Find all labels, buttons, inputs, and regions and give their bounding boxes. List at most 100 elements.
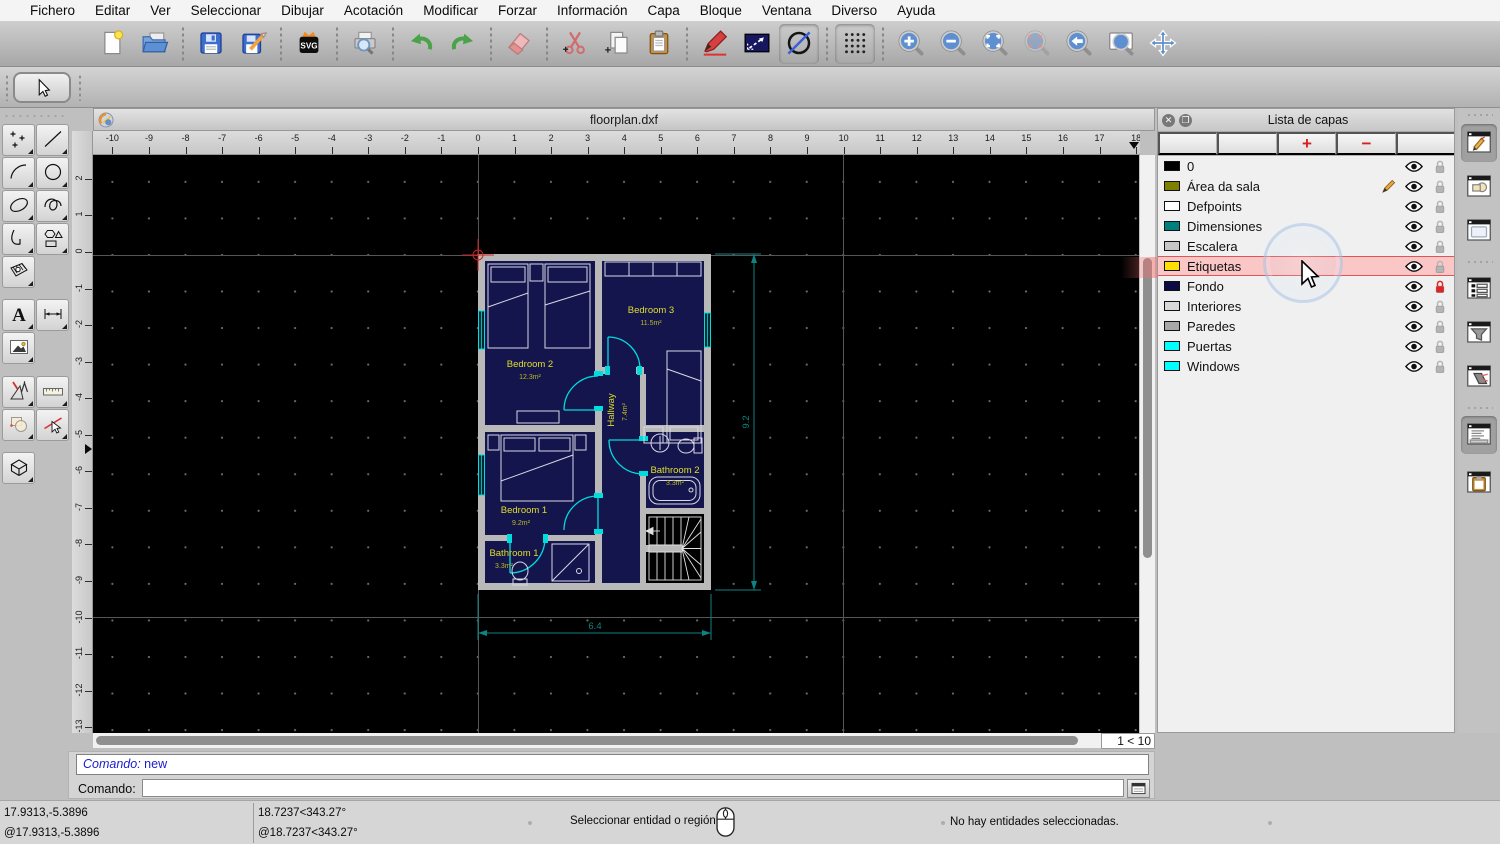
open-file-button[interactable] (135, 24, 175, 64)
draw-dimension-button[interactable] (36, 299, 69, 331)
menu-item-forzar[interactable]: Forzar (488, 3, 547, 18)
draw-hatch-button[interactable] (2, 256, 35, 288)
block-list-toggle-button[interactable] (1461, 168, 1497, 206)
layer-visibility-icon[interactable] (1405, 240, 1427, 253)
menu-item-capa[interactable]: Capa (638, 3, 690, 18)
cut-button[interactable] (555, 24, 595, 64)
layer-lock-icon[interactable] (1434, 179, 1454, 194)
draw-spline-button[interactable] (36, 190, 69, 222)
layer-row-puertas[interactable]: Puertas (1158, 336, 1454, 356)
remove-layer-button[interactable]: − (1336, 132, 1396, 155)
view-3d-button[interactable] (2, 452, 35, 484)
layer-visibility-icon[interactable] (1405, 180, 1427, 193)
layer-lock-icon[interactable] (1434, 199, 1454, 214)
layer-color-swatch[interactable] (1164, 341, 1180, 351)
layer-color-swatch[interactable] (1164, 361, 1180, 371)
select-arrow-button[interactable] (13, 72, 71, 103)
draw-arc-button[interactable] (2, 157, 35, 189)
layer-lock-icon[interactable] (1434, 219, 1454, 234)
toolbar-grip[interactable] (78, 74, 82, 101)
layer-lock-icon[interactable] (1434, 159, 1454, 174)
hide-all-eye-button[interactable] (1217, 132, 1277, 155)
command-options-button[interactable] (1127, 779, 1150, 798)
new-document-button[interactable] (93, 24, 133, 64)
layer-color-swatch[interactable] (1164, 241, 1180, 251)
zoom-out-button[interactable] (933, 24, 973, 64)
draw-polyline-button[interactable] (2, 223, 35, 255)
select-entity-button[interactable] (36, 409, 69, 441)
scrollbar-thumb[interactable] (1142, 258, 1152, 558)
menu-item-ayuda[interactable]: Ayuda (887, 3, 945, 18)
menu-item-ver[interactable]: Ver (140, 3, 180, 18)
layer-row-área-da-sala[interactable]: Área da sala (1158, 176, 1454, 196)
layer-visibility-icon[interactable] (1405, 320, 1427, 333)
menu-item-fichero[interactable]: Fichero (20, 3, 85, 18)
menu-item-editar[interactable]: Editar (85, 3, 140, 18)
command-panel-toggle-button[interactable] (1461, 416, 1497, 454)
zoom-auto-button[interactable] (975, 24, 1015, 64)
scrollbar-thumb[interactable] (96, 735, 1078, 745)
layer-lock-icon[interactable] (1434, 339, 1454, 354)
paste-button[interactable] (639, 24, 679, 64)
layers-panel-titlebar[interactable]: ✕ ❐ Lista de capas (1158, 109, 1454, 132)
layer-color-swatch[interactable] (1164, 221, 1180, 231)
layer-lock-icon[interactable] (1434, 319, 1454, 334)
draw-ellipse-button[interactable] (2, 190, 35, 222)
layer-color-swatch[interactable] (1164, 161, 1180, 171)
layer-lock-icon[interactable] (1434, 259, 1454, 274)
menu-item-acotación[interactable]: Acotación (334, 3, 413, 18)
zoom-window-button[interactable] (1101, 24, 1141, 64)
layer-visibility-icon[interactable] (1405, 220, 1427, 233)
layer-visibility-icon[interactable] (1405, 260, 1427, 273)
snap-free-button[interactable] (779, 24, 819, 64)
canvas-vertical-scrollbar[interactable] (1140, 155, 1155, 733)
grid-toggle-button[interactable] (835, 24, 875, 64)
document-titlebar[interactable]: floorplan.dxf (93, 108, 1155, 131)
export-svg-button[interactable]: SVG (289, 24, 329, 64)
zoom-in-button[interactable] (891, 24, 931, 64)
delete-eraser-button[interactable] (499, 24, 539, 64)
drawing-canvas[interactable]: Bedroom 2 12.3m² Bedroom 3 11.5m² Hallwa… (93, 155, 1139, 733)
select-rectangle-button[interactable] (737, 24, 777, 64)
layer-color-swatch[interactable] (1164, 201, 1180, 211)
undock-icon[interactable]: ❐ (1179, 113, 1192, 127)
layer-color-swatch[interactable] (1164, 321, 1180, 331)
camera-view-toggle-button[interactable] (1461, 358, 1497, 396)
draw-circle-button[interactable] (36, 157, 69, 189)
layer-row-paredes[interactable]: Paredes (1158, 316, 1454, 336)
draw-shapes-button[interactable] (36, 223, 69, 255)
menu-item-modificar[interactable]: Modificar (413, 3, 488, 18)
add-layer-button[interactable]: + (1276, 132, 1337, 155)
menu-item-información[interactable]: Información (547, 3, 638, 18)
menu-item-seleccionar[interactable]: Seleccionar (181, 3, 272, 18)
show-all-eye-button[interactable] (1158, 132, 1218, 155)
draw-text-button[interactable]: A (2, 299, 35, 331)
copy-button[interactable] (597, 24, 637, 64)
modify-tools-button[interactable] (2, 409, 35, 441)
layer-lock-icon[interactable] (1434, 279, 1454, 294)
measure-button[interactable] (36, 376, 69, 408)
layer-row-defpoints[interactable]: Defpoints (1158, 196, 1454, 216)
pan-button[interactable] (1143, 24, 1183, 64)
drafting-tools-button[interactable] (2, 376, 35, 408)
layer-color-swatch[interactable] (1164, 181, 1180, 191)
undo-button[interactable] (401, 24, 441, 64)
layer-lock-icon[interactable] (1434, 239, 1454, 254)
draw-line-button[interactable] (36, 124, 69, 156)
save-button[interactable] (191, 24, 231, 64)
redo-button[interactable] (443, 24, 483, 64)
layer-lock-icon[interactable] (1434, 299, 1454, 314)
draw-points-button[interactable] (2, 124, 35, 156)
clipboard-panel-toggle-button[interactable] (1461, 464, 1497, 502)
print-preview-button[interactable] (345, 24, 385, 64)
command-input[interactable] (142, 779, 1124, 797)
selection-filter-toggle-button[interactable] (1461, 314, 1497, 352)
edit-layer-button[interactable] (1395, 132, 1455, 155)
menu-item-diverso[interactable]: Diverso (821, 3, 887, 18)
pen-settings-toggle-button[interactable] (1461, 212, 1497, 250)
menu-item-dibujar[interactable]: Dibujar (271, 3, 334, 18)
draw-pencil-button[interactable] (695, 24, 735, 64)
layer-color-swatch[interactable] (1164, 301, 1180, 311)
close-icon[interactable]: ✕ (1162, 113, 1175, 127)
canvas-horizontal-scrollbar[interactable] (93, 733, 1101, 748)
